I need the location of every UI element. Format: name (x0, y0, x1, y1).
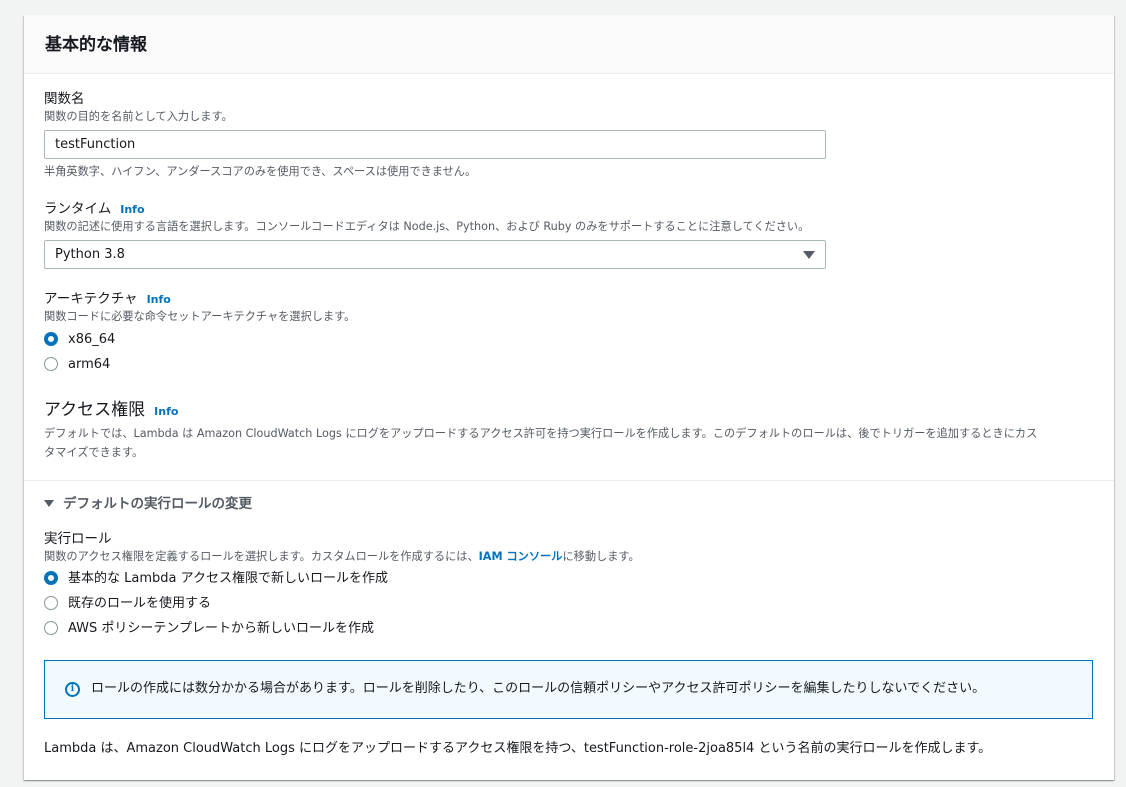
alert-message: ロールの作成には数分かかる場合があります。ロールを削除したり、このロールの信頼ポ… (91, 681, 986, 696)
info-alert: i ロールの作成には数分かかる場合があります。ロールを削除したり、このロールの信… (44, 660, 1093, 719)
basic-info-panel: 基本的な情報 関数名 関数の目的を名前として入力します。 半角英数字、ハイフン、… (24, 15, 1114, 780)
architecture-option-label: arm64 (68, 357, 111, 372)
architecture-info-link[interactable]: Info (147, 293, 171, 306)
architecture-option-x86-64[interactable]: x86_64 (44, 331, 115, 349)
runtime-description: 関数の記述に使用する言語を選択します。コンソールコードエディタは Node.js… (44, 220, 810, 233)
info-icon: i (65, 682, 80, 697)
architecture-option-arm64[interactable]: arm64 (44, 356, 110, 374)
architecture-label: アーキテクチャ (44, 291, 138, 307)
radio-unchecked-icon[interactable] (44, 620, 58, 635)
role-option-label: AWS ポリシーテンプレートから新しいロールを作成 (68, 621, 375, 636)
permissions-title-row: アクセス権限 Info (44, 400, 178, 420)
panel-title: 基本的な情報 (24, 15, 1114, 74)
runtime-selected-value: Python 3.8 (55, 247, 125, 262)
permissions-title: アクセス権限 (44, 400, 146, 420)
execution-role-label: 実行ロール (44, 531, 112, 547)
function-name-label: 関数名 (44, 91, 85, 107)
radio-checked-icon[interactable] (44, 331, 58, 346)
execution-role-description-text: 関数のアクセス権限を定義するロールを選択します。カスタムロールを作成するには、 (44, 550, 479, 563)
caret-down-icon (44, 499, 54, 507)
permissions-description-line1: デフォルトでは、Lambda は Amazon CloudWatch Logs … (44, 427, 1038, 440)
architecture-option-label: x86_64 (68, 332, 116, 347)
runtime-label-row: ランタイム Info (44, 200, 145, 219)
caret-down-icon (803, 251, 815, 259)
role-option-label: 基本的な Lambda アクセス権限で新しいロールを作成 (68, 571, 388, 586)
radio-unchecked-icon[interactable] (44, 356, 58, 371)
iam-console-link[interactable]: IAM コンソール (479, 550, 563, 563)
function-name-constraint: 半角英数字、ハイフン、アンダースコアのみを使用でき、スペースは使用できません。 (44, 165, 477, 178)
role-option-create-basic[interactable]: 基本的な Lambda アクセス権限で新しいロールを作成 (44, 570, 388, 588)
section-divider (24, 480, 1114, 481)
permissions-info-link[interactable]: Info (154, 405, 178, 418)
architecture-description: 関数コードに必要な命令セットアーキテクチャを選択します。 (44, 310, 356, 323)
radio-checked-icon[interactable] (44, 570, 58, 585)
function-name-input[interactable] (44, 130, 826, 159)
change-default-role-expander[interactable]: デフォルトの実行ロールの変更 (44, 495, 252, 513)
expander-label: デフォルトの実行ロールの変更 (63, 496, 252, 512)
role-option-label: 既存のロールを使用する (68, 596, 212, 611)
architecture-label-row: アーキテクチャ Info (44, 290, 171, 309)
function-name-description: 関数の目的を名前として入力します。 (44, 110, 233, 123)
runtime-info-link[interactable]: Info (120, 203, 144, 216)
permissions-description-line2: タマイズできます。 (44, 446, 144, 459)
radio-unchecked-icon[interactable] (44, 595, 58, 610)
role-option-use-existing[interactable]: 既存のロールを使用する (44, 595, 211, 613)
runtime-label: ランタイム (44, 201, 112, 217)
role-option-policy-template[interactable]: AWS ポリシーテンプレートから新しいロールを作成 (44, 620, 374, 638)
runtime-select[interactable]: Python 3.8 (44, 240, 826, 269)
execution-role-description: 関数のアクセス権限を定義するロールを選択します。カスタムロールを作成するには、I… (44, 549, 640, 565)
execution-role-description-text: に移動します。 (562, 550, 640, 563)
role-creation-note: Lambda は、Amazon CloudWatch Logs にログをアップロ… (44, 741, 992, 756)
